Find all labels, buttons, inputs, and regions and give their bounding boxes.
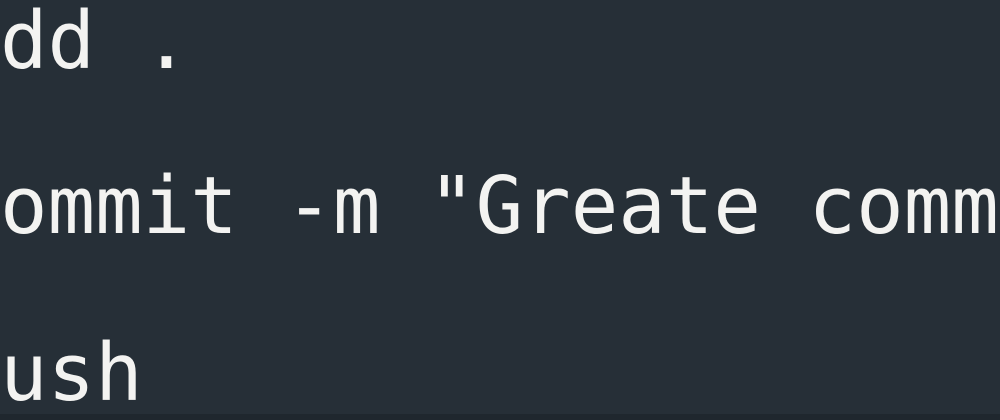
code-line-git-push: ush (0, 333, 143, 413)
code-block: dd . ommit -m "Greate commit m ush (0, 0, 1000, 420)
code-line-git-add: dd . (0, 1, 191, 81)
horizontal-scrollbar-track[interactable] (0, 414, 1000, 420)
code-line-git-commit: ommit -m "Greate commit m (0, 166, 1000, 246)
